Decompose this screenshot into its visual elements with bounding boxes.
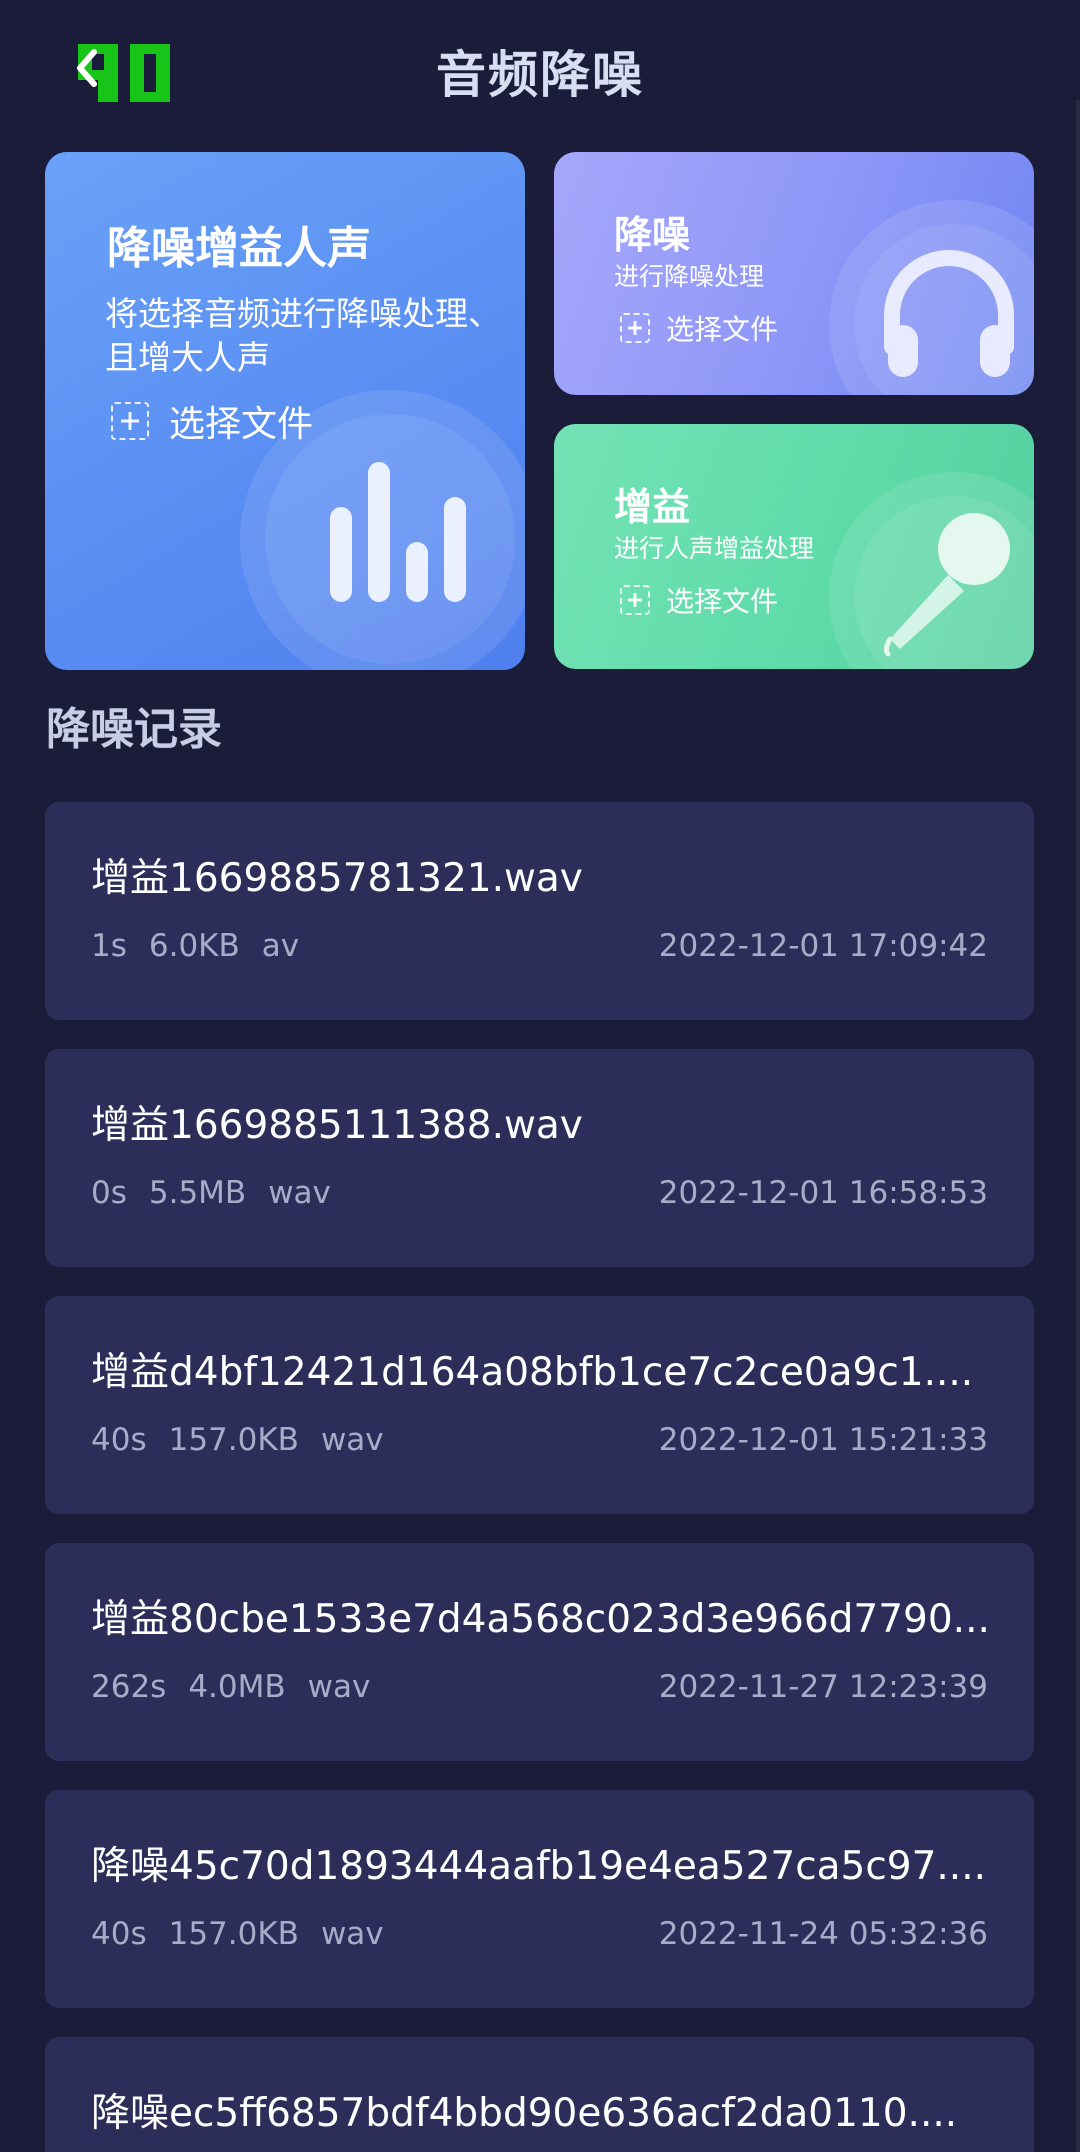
record-size: 157.0KB [168,1422,299,1458]
record-item[interactable]: 降噪45c70d1893444aafb19e4ea527ca5c97.... 4… [45,1790,1034,2008]
record-name: 增益80cbe1533e7d4a568c023d3e966d7790... [91,1597,990,1642]
denoise-card[interactable]: 降噪 进行降噪处理 选择文件 [554,152,1034,395]
record-format: wav [268,1175,331,1211]
card-title: 增益 [614,485,691,529]
record-format: wav [320,1422,384,1458]
page-title: 音频降噪 [436,46,644,104]
add-file-icon [620,313,650,343]
record-duration: 0s [91,1175,127,1211]
card-title: 降噪增益人声 [107,223,371,274]
record-time: 2022-12-01 17:09:42 [658,928,988,964]
record-name: 降噪ec5ff6857bdf4bbd90e636acf2da0110.... [91,2091,958,2136]
gain-card[interactable]: 增益 进行人声增益处理 选择文件 [554,424,1034,669]
choose-file-label: 选择文件 [666,585,779,618]
record-item[interactable]: 增益1669885111388.wav 0s 5.5MB wav 2022-12… [45,1049,1034,1267]
denoise-gain-card[interactable]: 降噪增益人声 将选择音频进行降噪处理、且增大人声 选择文件 [45,152,525,670]
record-meta: 1s 6.0KB av [91,926,321,966]
scrollbar[interactable] [1076,100,1080,2152]
record-time: 2022-11-24 05:32:36 [658,1916,988,1952]
add-file-icon [620,585,650,615]
record-item[interactable]: 降噪ec5ff6857bdf4bbd90e636acf2da0110.... [45,2037,1034,2152]
record-format: wav [320,1916,384,1952]
record-meta: 262s 4.0MB wav [91,1667,392,1707]
record-duration: 40s [91,1422,147,1458]
choose-file-button[interactable]: 选择文件 [111,395,313,447]
card-description: 将选择音频进行降噪处理、且增大人声 [105,294,501,377]
record-item[interactable]: 增益80cbe1533e7d4a568c023d3e966d7790... 26… [45,1543,1034,1761]
record-size: 5.5MB [148,1175,247,1211]
record-meta: 40s 157.0KB wav [91,1420,406,1460]
card-description: 进行人声增益处理 [614,534,815,563]
record-name: 降噪45c70d1893444aafb19e4ea527ca5c97.... [91,1844,987,1889]
record-duration: 262s [91,1669,167,1705]
record-size: 4.0MB [188,1669,286,1705]
headphones-icon [884,250,1014,377]
record-item[interactable]: 增益1669885781321.wav 1s 6.0KB av 2022-12-… [45,802,1034,1020]
sound-bars-icon [330,462,466,602]
card-title: 降噪 [614,213,691,257]
choose-file-button[interactable]: 选择文件 [620,308,778,348]
section-title: 降噪记录 [46,704,222,755]
record-name: 增益1669885781321.wav [91,856,583,901]
record-time: 2022-12-01 15:21:33 [658,1422,988,1458]
record-duration: 1s [91,928,127,964]
record-duration: 40s [91,1916,147,1952]
record-format: av [261,928,300,964]
choose-file-label: 选择文件 [169,404,314,445]
record-size: 157.0KB [168,1916,299,1952]
record-item[interactable]: 增益d4bf12421d164a08bfb1ce7c2ce0a9c1.... 4… [45,1296,1034,1514]
choose-file-button[interactable]: 选择文件 [620,580,778,620]
record-size: 6.0KB [148,928,240,964]
record-time: 2022-12-01 16:58:53 [658,1175,988,1211]
record-meta: 0s 5.5MB wav [91,1173,353,1213]
record-name: 增益d4bf12421d164a08bfb1ce7c2ce0a9c1.... [91,1350,974,1395]
record-format: wav [307,1669,371,1705]
choose-file-label: 选择文件 [666,313,779,346]
record-meta: 40s 157.0KB wav [91,1914,406,1954]
add-file-icon [111,402,149,440]
card-description: 进行降噪处理 [614,262,765,291]
microphone-icon [883,513,1010,657]
record-time: 2022-11-27 12:23:39 [658,1669,988,1705]
record-name: 增益1669885111388.wav [91,1103,583,1148]
header-bar: 音频降噪 [0,0,1080,150]
